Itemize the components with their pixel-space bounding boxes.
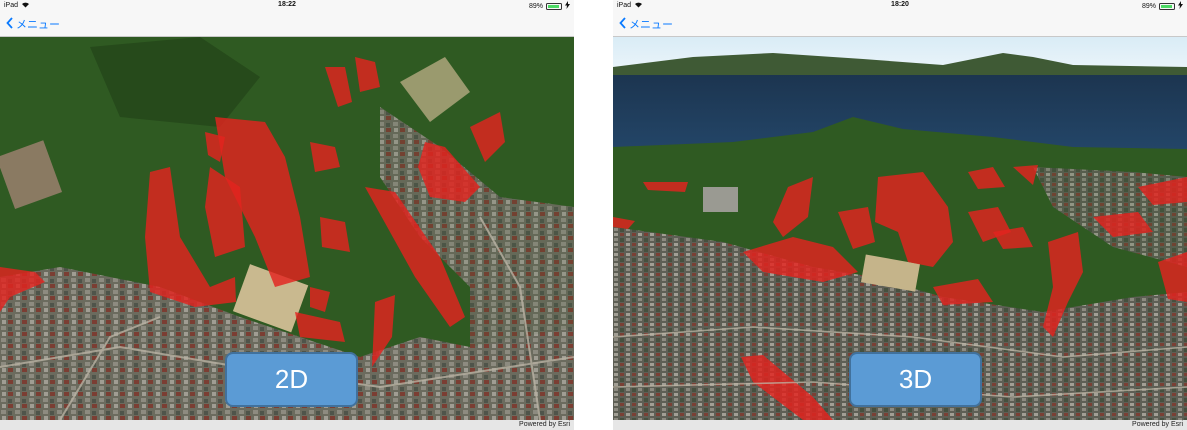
panel-gap — [574, 0, 613, 430]
esri-attribution[interactable]: Powered by Esri — [519, 421, 570, 428]
charging-icon — [1178, 1, 1183, 11]
status-right: 89% — [529, 1, 570, 11]
back-button-label: メニュー — [629, 19, 673, 31]
mode-badge-3d: 3D — [849, 352, 982, 407]
building-cluster-3d — [703, 187, 738, 212]
status-right: 89% — [1142, 1, 1183, 11]
status-bar: iPad 18:20 89% — [613, 0, 1187, 11]
back-button[interactable]: メニュー — [619, 16, 673, 32]
status-bar: iPad 18:22 89% — [0, 0, 574, 11]
battery-percent: 89% — [528, 2, 543, 10]
charging-icon — [565, 1, 570, 11]
mode-badge-2d: 2D — [225, 352, 358, 407]
chevron-left-icon — [6, 16, 13, 32]
navigation-bar: メニュー — [613, 11, 1187, 37]
battery-icon — [1159, 2, 1175, 10]
navigation-bar: メニュー — [0, 11, 574, 37]
chevron-left-icon — [619, 16, 626, 32]
map-panel-3d: iPad 18:20 89% メニュー 3D Powered by Esri — [613, 0, 1187, 430]
battery-icon — [546, 2, 562, 10]
map-panel-2d: iPad 18:22 89% メニュー 2D Powered by Esri — [0, 0, 574, 430]
status-time: 18:22 — [278, 1, 296, 8]
bottom-bar: Powered by Esri — [613, 420, 1187, 430]
back-button[interactable]: メニュー — [6, 16, 60, 32]
battery-percent: 89% — [1141, 2, 1156, 10]
esri-attribution[interactable]: Powered by Esri — [1132, 421, 1183, 428]
status-time: 18:20 — [891, 1, 909, 8]
bottom-bar: Powered by Esri — [0, 420, 574, 430]
back-button-label: メニュー — [16, 19, 60, 31]
